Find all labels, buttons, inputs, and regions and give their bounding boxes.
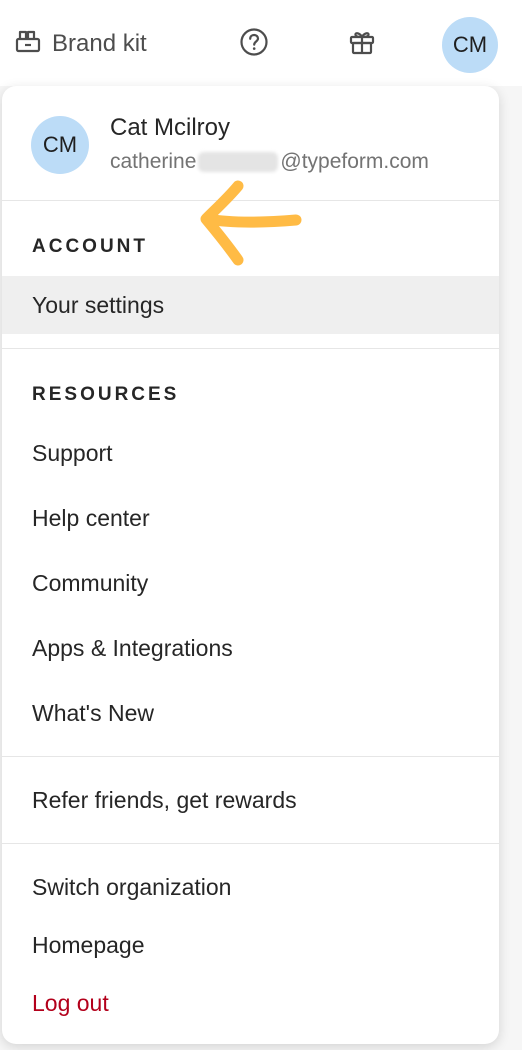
profile-name: Cat Mcilroy — [110, 114, 231, 141]
email-redacted — [198, 152, 279, 172]
profile-header: CM Cat Mcilroy catherine @typeform.com — [2, 86, 499, 200]
account-dropdown-menu: CM Cat Mcilroy catherine @typeform.com A… — [2, 86, 499, 1044]
menu-item-support[interactable]: Support — [2, 425, 499, 481]
section-title-account: ACCOUNT — [32, 236, 148, 257]
email-domain: @typeform.com — [280, 150, 429, 173]
menu-item-apps-integrations[interactable]: Apps & Integrations — [2, 620, 499, 676]
menu-item-whats-new[interactable]: What's New — [2, 685, 499, 741]
help-button[interactable] — [236, 26, 272, 62]
divider — [2, 843, 499, 844]
menu-item-log-out[interactable]: Log out — [2, 975, 499, 1031]
menu-item-your-settings[interactable]: Your settings — [2, 276, 499, 334]
brand-kit-label: Brand kit — [52, 30, 147, 57]
avatar-initials: CM — [452, 32, 488, 57]
menu-item-refer-friends[interactable]: Refer friends, get rewards — [2, 772, 499, 828]
gift-icon — [348, 28, 376, 61]
menu-item-community[interactable]: Community — [2, 555, 499, 611]
brand-kit-button[interactable]: Brand kit — [14, 24, 147, 64]
menu-item-homepage[interactable]: Homepage — [2, 917, 499, 973]
divider — [2, 756, 499, 757]
avatar: CM — [31, 116, 89, 174]
divider — [2, 200, 499, 201]
menu-item-label: Your settings — [32, 291, 165, 318]
section-title-resources: RESOURCES — [32, 384, 180, 405]
question-circle-icon — [239, 27, 269, 62]
menu-item-label: Community — [32, 569, 149, 596]
menu-item-label: Help center — [32, 504, 150, 531]
menu-item-label: Refer friends, get rewards — [32, 786, 297, 813]
top-bar: Brand kit CM — [0, 0, 522, 86]
menu-item-help-center[interactable]: Help center — [2, 490, 499, 546]
avatar-button[interactable]: CM — [442, 17, 498, 73]
menu-item-label: Log out — [32, 989, 109, 1016]
menu-item-label: Switch organization — [32, 873, 232, 900]
divider — [2, 348, 499, 349]
menu-item-switch-organization[interactable]: Switch organization — [2, 859, 499, 915]
menu-item-label: Support — [32, 439, 113, 466]
gift-button[interactable] — [344, 26, 380, 62]
brand-kit-icon — [14, 27, 42, 62]
menu-item-label: Homepage — [32, 931, 145, 958]
menu-item-label: Apps & Integrations — [32, 634, 233, 661]
menu-item-label: What's New — [32, 699, 154, 726]
email-prefix: catherine — [110, 150, 197, 173]
profile-email: catherine @typeform.com — [110, 150, 429, 174]
profile-initials: CM — [42, 132, 78, 157]
